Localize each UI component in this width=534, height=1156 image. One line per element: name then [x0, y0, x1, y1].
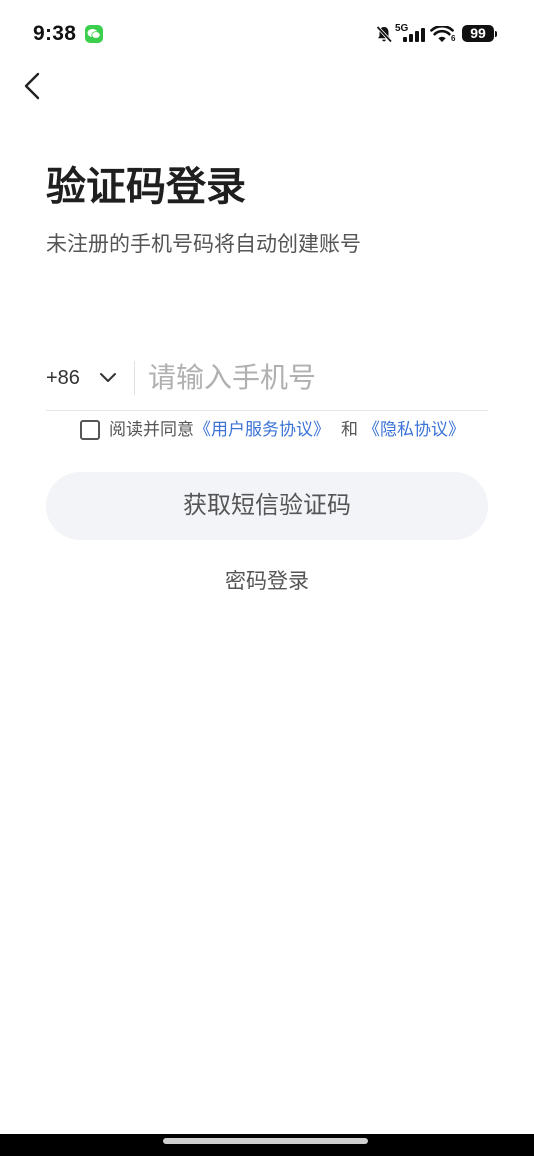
back-button[interactable] [16, 68, 48, 104]
agreement-prefix: 阅读并同意 [109, 420, 194, 439]
page-subtitle: 未注册的手机号码将自动创建账号 [46, 233, 361, 256]
agreement-text: 阅读并同意《用户服务协议》和《隐私协议》 [109, 419, 465, 441]
wechat-notification-icon [85, 25, 103, 43]
privacy-policy-link[interactable]: 《隐私协议》 [363, 420, 465, 439]
wifi-badge-label: 6 [451, 34, 456, 43]
chevron-left-icon [24, 72, 40, 100]
password-login-row: 密码登录 [0, 569, 534, 595]
battery-icon: 99 [462, 25, 494, 42]
password-login-link[interactable]: 密码登录 [225, 570, 309, 593]
input-divider [134, 361, 135, 395]
get-sms-code-button[interactable]: 获取短信验证码 [46, 472, 488, 540]
battery-nub [495, 31, 497, 37]
input-underline [46, 410, 488, 411]
terms-of-service-link[interactable]: 《用户服务协议》 [194, 420, 330, 439]
status-time: 9:38 [33, 22, 77, 45]
country-code-selector[interactable]: +86 [46, 366, 80, 390]
signal-bars-icon [403, 28, 425, 47]
phone-input[interactable] [148, 357, 478, 399]
page-title: 验证码登录 [46, 165, 246, 209]
chevron-down-icon[interactable] [99, 371, 117, 389]
bell-mute-icon [375, 25, 393, 48]
agreement-and: 和 [341, 420, 358, 439]
agreement-checkbox[interactable] [80, 420, 100, 440]
home-indicator[interactable] [163, 1138, 368, 1144]
